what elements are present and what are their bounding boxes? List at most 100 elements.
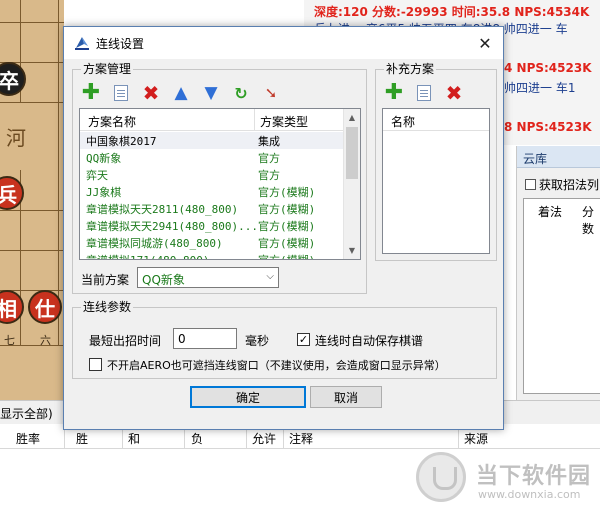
connection-settings-dialog: 连线设置 ✕ 方案管理 ✚ ✖ ▲ ▼ ↻ ➘ 方案名称 方案类型 中国象棋20…: [63, 26, 504, 430]
add-supplement-button[interactable]: ✚: [382, 82, 406, 104]
column-header-comment[interactable]: 注释: [289, 430, 313, 447]
autosave-label[interactable]: 连线时自动保存棋谱: [315, 332, 423, 349]
scroll-down-arrow-icon[interactable]: ▼: [344, 242, 360, 259]
column-header-allow[interactable]: 允许: [252, 430, 276, 447]
supplement-toolbar: ✚ ✖: [382, 81, 466, 105]
header-divider: [0, 448, 600, 449]
column-header-name[interactable]: 名称: [391, 113, 415, 130]
import-scheme-button[interactable]: ↻: [229, 82, 253, 104]
scheme-type: 官方(模糊): [258, 237, 316, 250]
list-scrollbar[interactable]: ▲ ▼: [343, 109, 360, 259]
dialog-title: 连线设置: [96, 37, 145, 51]
edit-document-icon: [114, 85, 128, 101]
group-label: 连线参数: [81, 300, 134, 314]
chess-board[interactable]: 卒 河 兵 相 仕 七 六: [0, 0, 64, 400]
cloud-moves-table[interactable]: 着法 分数: [523, 198, 600, 394]
scheme-type: 官方(模糊): [258, 252, 315, 259]
column-separator: [254, 109, 255, 131]
supplement-scheme-group: 补充方案 ✚ ✖ 名称: [375, 62, 497, 261]
piece-label: 卒: [0, 68, 19, 93]
scheme-name: 弈天: [86, 169, 108, 182]
file-number: 七: [4, 334, 15, 347]
column-header-win[interactable]: 胜: [76, 430, 88, 447]
column-header-score[interactable]: 分数: [582, 203, 600, 237]
edit-supplement-button[interactable]: [412, 82, 436, 104]
refresh-icon: ↻: [234, 83, 248, 103]
scheme-row[interactable]: 章谱模拟171(480_800) 官方(模糊): [80, 251, 345, 259]
edit-scheme-button[interactable]: [109, 82, 133, 104]
scheme-list[interactable]: 方案名称 方案类型 中国象棋2017 集成 QQ新象 官方 弈天 官方 JJ象棋 官方(模糊)…: [79, 108, 361, 260]
min-time-input[interactable]: [173, 328, 237, 349]
file-number: 六: [40, 334, 51, 347]
current-scheme-select[interactable]: QQ新象 ⌵: [137, 267, 279, 288]
chevron-down-icon: ⌵: [266, 271, 274, 282]
column-header-draw[interactable]: 和: [128, 430, 140, 447]
watermark-url: www.downxia.com: [478, 488, 581, 501]
dialog-titlebar[interactable]: 连线设置 ✕: [64, 27, 503, 59]
column-header-source[interactable]: 来源: [464, 430, 488, 447]
list-header: 方案名称 方案类型: [80, 109, 345, 131]
scheme-row[interactable]: 弈天 官方: [80, 166, 345, 183]
tab-cloud-library[interactable]: 云库: [517, 146, 600, 168]
aero-checkbox[interactable]: [89, 358, 102, 371]
scroll-up-arrow-icon[interactable]: ▲: [344, 109, 360, 126]
arrow-down-icon: ▼: [204, 83, 218, 103]
scheme-row[interactable]: 中国象棋2017 集成: [80, 132, 345, 149]
scheme-row[interactable]: 章谱模拟天天2941(480_800)... 官方(模糊): [80, 217, 345, 234]
fetch-moves-checkbox[interactable]: 获取招法列: [525, 176, 599, 193]
analysis-summary: 8 NPS:4523K: [504, 120, 592, 134]
cancel-button[interactable]: 取消: [310, 386, 382, 408]
checkbox-box[interactable]: [525, 179, 536, 190]
plus-icon: ✚: [81, 80, 101, 105]
scheme-row[interactable]: JJ象棋 官方(模糊): [80, 183, 345, 200]
close-button[interactable]: ✕: [473, 31, 497, 55]
scheme-name: QQ新象: [86, 152, 122, 165]
show-all-label[interactable]: 显示全部): [0, 405, 53, 422]
board-line: [0, 210, 64, 211]
scroll-thumb[interactable]: [346, 127, 358, 179]
column-header-scheme-type[interactable]: 方案类型: [260, 113, 308, 130]
scheme-row[interactable]: 章谱模拟天天2811(480_800) 官方(模糊): [80, 200, 345, 217]
add-scheme-button[interactable]: ✚: [79, 82, 103, 104]
column-header-scheme-name[interactable]: 方案名称: [88, 113, 136, 130]
river-label: 河: [6, 126, 26, 150]
scheme-name: 章谱模拟天天2811(480_800): [86, 203, 239, 216]
column-header-loss[interactable]: 负: [191, 430, 203, 447]
current-scheme-value: QQ新象: [142, 273, 185, 287]
close-icon: ✕: [478, 33, 492, 53]
scheme-name: 中国象棋2017: [86, 135, 157, 148]
scheme-row[interactable]: 章谱模拟同城游(480_800) 官方(模糊): [80, 234, 345, 251]
aero-label[interactable]: 不开启AERO也可遮挡连线窗口（不建议使用，会造成窗口显示异常）: [107, 357, 446, 373]
board-line: [0, 250, 64, 251]
export-scheme-button[interactable]: ➘: [259, 82, 283, 104]
analysis-pv: 帅四进一 车1: [504, 81, 576, 95]
current-scheme-label: 当前方案: [81, 273, 130, 287]
piece-label: 仕: [35, 296, 55, 321]
scheme-type: 官方(模糊): [258, 203, 316, 216]
scheme-type: 集成: [258, 135, 280, 148]
list-header: 名称: [383, 109, 489, 131]
cloud-library-panel: 云库 获取招法列 着法 分数: [516, 146, 600, 400]
delete-supplement-button[interactable]: ✖: [442, 81, 466, 105]
group-label: 方案管理: [81, 62, 134, 76]
ok-button[interactable]: 确定: [190, 386, 306, 408]
move-up-button[interactable]: ▲: [169, 82, 193, 104]
min-time-field[interactable]: [174, 329, 236, 348]
scheme-name: 章谱模拟天天2941(480_800)...: [86, 220, 258, 233]
arrow-up-icon: ▲: [174, 83, 188, 103]
column-header-winrate[interactable]: 胜率: [16, 430, 40, 447]
move-down-button[interactable]: ▼: [199, 82, 223, 104]
min-time-unit: 毫秒: [245, 334, 270, 348]
chess-piece-black-soldier[interactable]: 卒: [0, 62, 26, 96]
scheme-type: 官方(模糊): [258, 186, 316, 199]
column-header-move[interactable]: 着法: [538, 203, 562, 220]
autosave-checkbox[interactable]: ✓: [297, 333, 310, 346]
export-icon: ➘: [264, 84, 278, 102]
watermark-logo-icon: [416, 452, 466, 502]
checkmark-icon: ✓: [298, 333, 309, 346]
chess-piece-red-advisor[interactable]: 仕: [28, 290, 62, 324]
scheme-toolbar: ✚ ✖ ▲ ▼ ↻ ➘: [79, 81, 283, 105]
delete-scheme-button[interactable]: ✖: [139, 81, 163, 105]
supplement-list[interactable]: 名称: [382, 108, 490, 254]
scheme-row[interactable]: QQ新象 官方: [80, 149, 345, 166]
